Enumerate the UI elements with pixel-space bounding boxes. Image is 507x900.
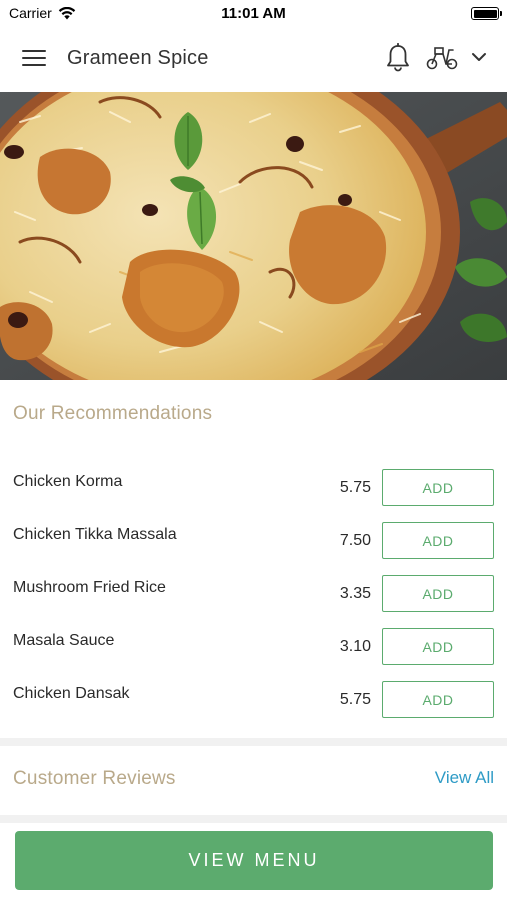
menu-item-row: Masala Sauce 3.10 ADD [0, 628, 507, 681]
menu-icon[interactable] [22, 50, 46, 68]
section-divider [0, 738, 507, 746]
menu-item-price: 3.10 [339, 638, 371, 655]
menu-item-name: Masala Sauce [13, 632, 115, 649]
section-divider [0, 815, 507, 823]
menu-item-row: Chicken Korma 5.75 ADD [0, 469, 507, 522]
reviews-title: Customer Reviews [13, 768, 176, 789]
menu-item-row: Chicken Dansak 5.75 ADD [0, 681, 507, 734]
recommendations-title: Our Recommendations [13, 403, 213, 424]
add-button[interactable]: ADD [382, 522, 494, 559]
menu-item-price: 3.35 [339, 585, 371, 602]
menu-item-price: 5.75 [339, 479, 371, 496]
add-button[interactable]: ADD [382, 628, 494, 665]
app-header: Grameen Spice [0, 28, 507, 92]
menu-item-name: Chicken Korma [13, 473, 123, 490]
add-button[interactable]: ADD [382, 575, 494, 612]
view-all-link[interactable]: View All [435, 768, 494, 788]
bell-icon[interactable] [385, 43, 411, 73]
add-button[interactable]: ADD [382, 681, 494, 718]
scooter-icon[interactable] [426, 45, 458, 71]
add-button[interactable]: ADD [382, 469, 494, 506]
battery-icon [471, 7, 502, 20]
status-time: 11:01 AM [221, 5, 286, 22]
menu-item-name: Mushroom Fried Rice [13, 579, 166, 596]
menu-item-row: Mushroom Fried Rice 3.35 ADD [0, 575, 507, 628]
chevron-down-icon[interactable] [470, 50, 488, 64]
menu-item-price: 7.50 [339, 532, 371, 549]
menu-item-price: 5.75 [339, 691, 371, 708]
view-menu-button[interactable]: VIEW MENU [15, 831, 493, 890]
hero-food-image [0, 92, 507, 380]
menu-item-row: Chicken Tikka Massala 7.50 ADD [0, 522, 507, 575]
restaurant-title: Grameen Spice [67, 47, 209, 69]
menu-item-name: Chicken Tikka Massala [13, 526, 177, 543]
menu-item-name: Chicken Dansak [13, 685, 130, 702]
status-bar: Carrier 11:01 AM [0, 0, 507, 28]
